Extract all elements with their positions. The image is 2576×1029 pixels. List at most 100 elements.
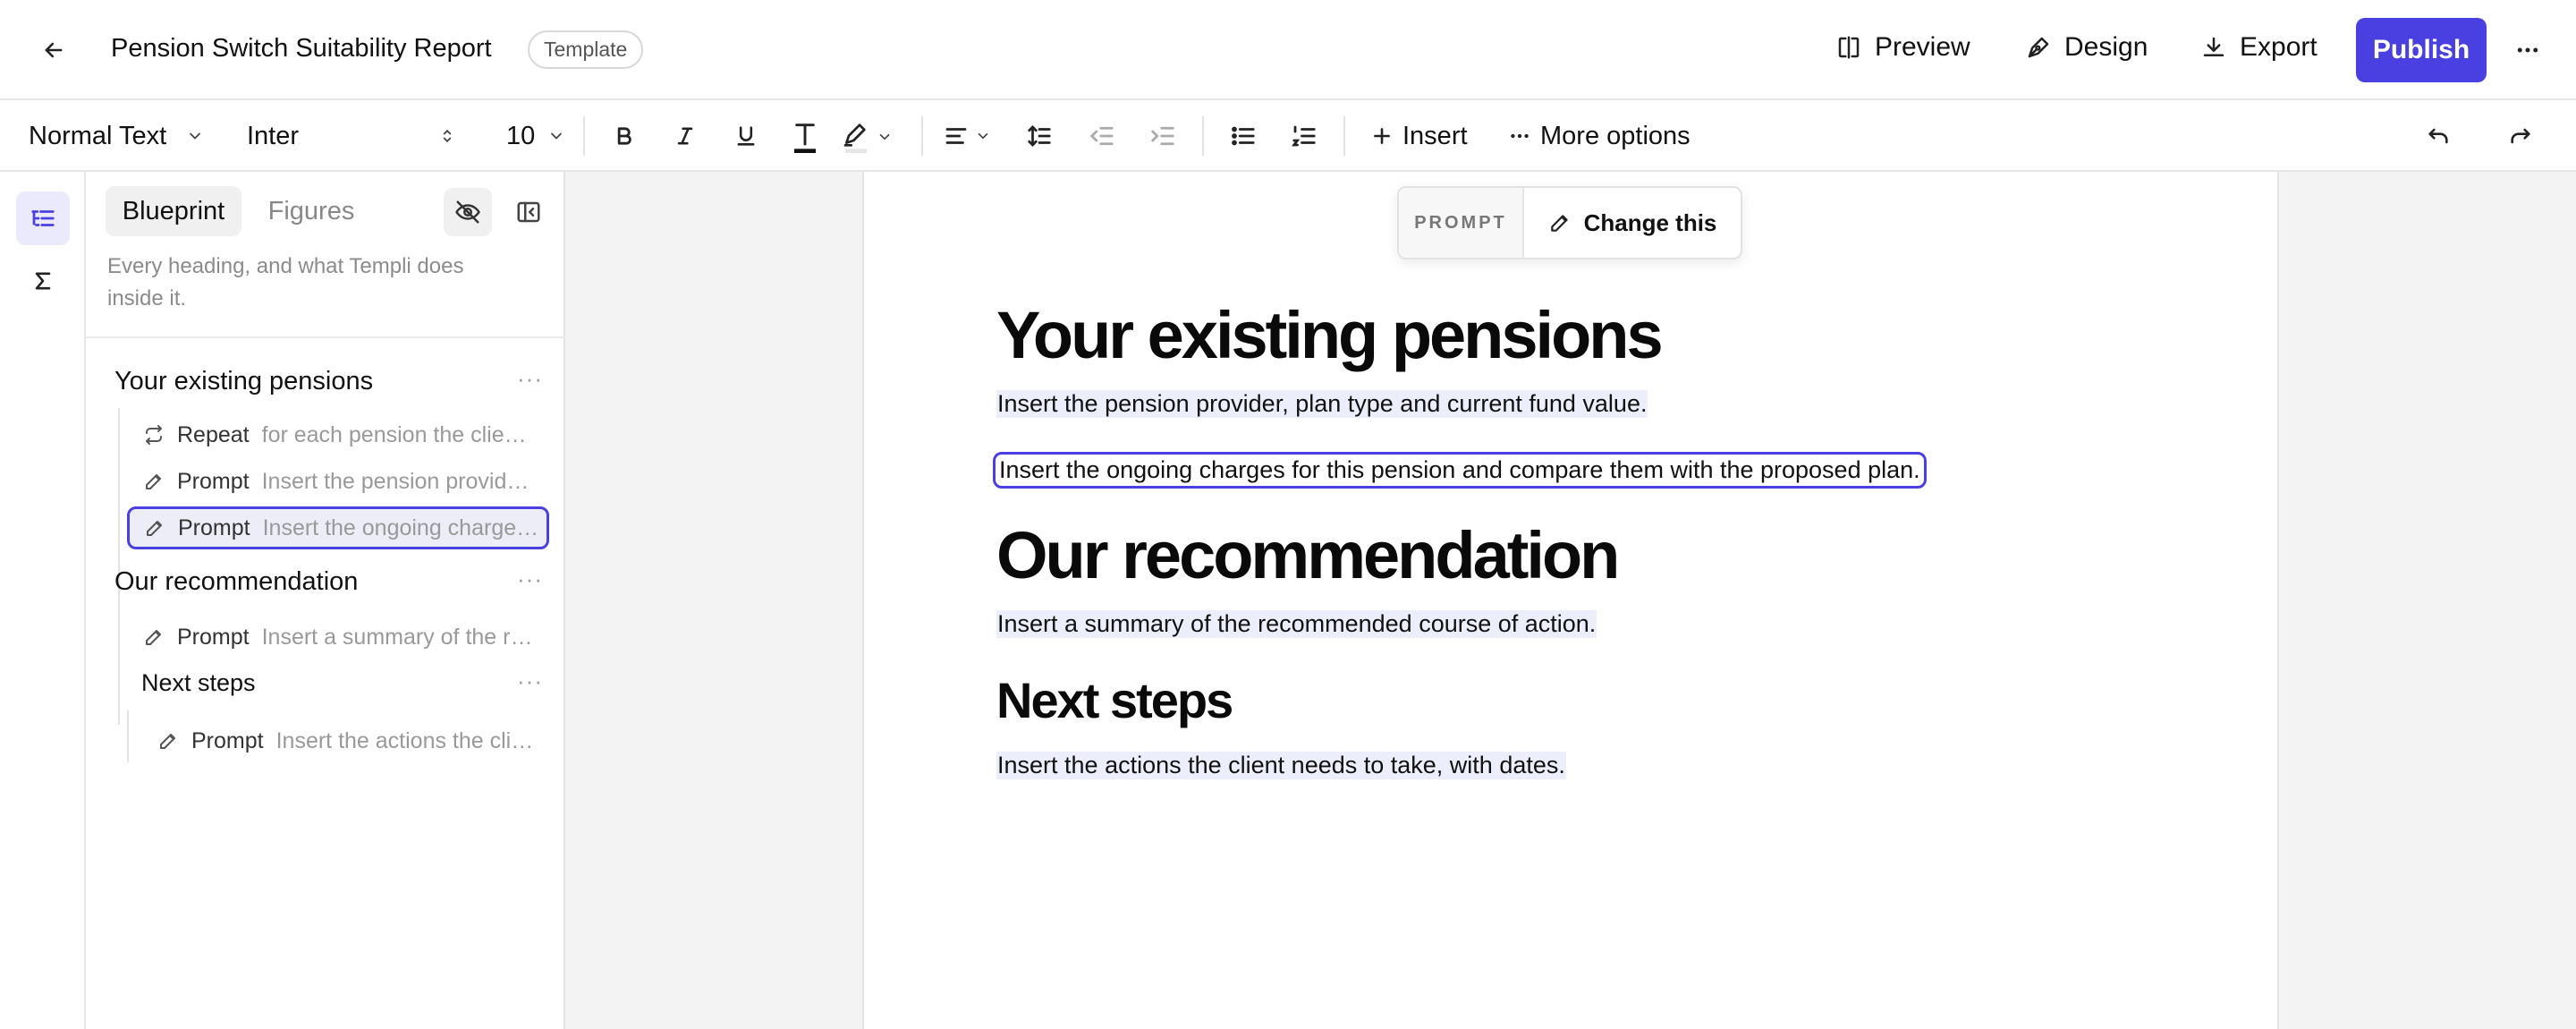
bullet-list-icon[interactable]	[1225, 118, 1261, 154]
prompt-popover-label: PROMPT	[1399, 188, 1524, 258]
chevron-down-icon	[975, 128, 991, 144]
text-style-value: Normal Text	[29, 121, 167, 150]
highlighter-icon	[841, 119, 871, 155]
heading-existing-pensions[interactable]: Your existing pensions	[996, 297, 1664, 373]
chevron-down-icon	[186, 127, 204, 145]
download-icon	[2200, 34, 2227, 61]
tree-item-kind: Prompt	[191, 727, 264, 753]
heading-next-steps[interactable]: Next steps	[996, 671, 1233, 729]
pencil-icon	[157, 730, 179, 752]
toolbar-divider	[1343, 116, 1345, 156]
tree-item-detail: Insert the actions the client needs to t…	[275, 727, 537, 753]
toolbar-divider	[583, 116, 585, 156]
preview-button[interactable]: Preview	[1835, 32, 1970, 63]
indent-icon[interactable]	[1145, 118, 1181, 154]
font-size-select[interactable]: 10	[506, 116, 565, 156]
tree-item-kind: Repeat	[177, 421, 250, 447]
undo-icon[interactable]	[2420, 118, 2456, 154]
sigma-icon[interactable]	[16, 254, 70, 308]
prompt-block-charges-selected[interactable]: Insert the ongoing charges for this pens…	[993, 452, 1927, 489]
formatting-toolbar: Normal Text Inter 10 Insert More options	[0, 100, 2576, 172]
font-family-value: Inter	[247, 121, 300, 150]
section-heading[interactable]: Your existing pensions	[114, 367, 373, 396]
bold-icon[interactable]	[606, 118, 642, 154]
redo-icon[interactable]	[2503, 118, 2538, 154]
change-this-button[interactable]: Change this	[1524, 188, 1741, 258]
publish-button[interactable]: Publish	[2356, 18, 2487, 82]
pen-tool-icon	[2025, 34, 2052, 61]
tree-item-detail: Insert the ongoing charges for this pens…	[262, 514, 547, 540]
highlight-color-select[interactable]	[841, 116, 893, 157]
italic-icon[interactable]	[667, 118, 703, 154]
collapse-panel-icon[interactable]	[504, 188, 553, 236]
insert-label: Insert	[1402, 121, 1468, 150]
pencil-icon	[1548, 211, 1572, 234]
underline-icon[interactable]	[728, 118, 764, 154]
prompt-block-summary[interactable]: Insert a summary of the recommended cour…	[996, 610, 1597, 638]
document-title: Pension Switch Suitability Report	[111, 34, 492, 63]
more-options-button[interactable]: More options	[1508, 116, 1690, 156]
blueprint-panel: Blueprint Figures Every heading, and wha…	[86, 172, 565, 1029]
export-label: Export	[2240, 32, 2318, 62]
preview-icon	[1835, 34, 1862, 61]
section-options-icon[interactable]: ···	[517, 566, 543, 593]
change-this-label: Change this	[1583, 208, 1717, 236]
heading-our-recommendation[interactable]: Our recommendation	[996, 517, 1620, 593]
preview-label: Preview	[1875, 32, 1970, 62]
top-bar: Pension Switch Suitability Report Templa…	[0, 0, 2576, 100]
tree-item-kind: Prompt	[177, 624, 250, 650]
more-menu-icon[interactable]	[2506, 29, 2549, 72]
align-left-icon	[943, 123, 970, 149]
font-family-select[interactable]: Inter	[247, 116, 456, 156]
tree-item-prompt-selected[interactable]: Prompt Insert the ongoing charges for th…	[127, 506, 549, 549]
template-badge: Template	[528, 30, 644, 69]
line-height-icon[interactable]	[1021, 118, 1057, 154]
align-select[interactable]	[943, 118, 991, 154]
prompt-block-provider[interactable]: Insert the pension provider, plan type a…	[996, 390, 1648, 418]
chevron-down-icon	[547, 127, 565, 145]
tree-item-kind: Prompt	[177, 468, 250, 494]
tree-item-prompt[interactable]: Prompt Insert the pension provider, plan…	[143, 460, 537, 503]
text-color-icon[interactable]	[787, 116, 823, 157]
pencil-icon	[143, 626, 165, 648]
tree-guide	[127, 710, 129, 762]
pencil-icon	[144, 517, 165, 539]
section-options-icon[interactable]: ···	[517, 365, 543, 393]
back-arrow-icon[interactable]	[32, 29, 75, 72]
eye-off-icon[interactable]	[444, 188, 492, 236]
section-heading[interactable]: Our recommendation	[114, 567, 358, 597]
tree-item-detail: for each pension the client holds	[261, 421, 537, 447]
toolbar-divider	[921, 116, 923, 156]
chevrons-up-down-icon	[438, 127, 456, 145]
repeat-icon	[143, 424, 165, 446]
more-options-label: More options	[1540, 121, 1690, 150]
design-button[interactable]: Design	[2025, 32, 2148, 63]
prompt-popover: PROMPT Change this	[1397, 186, 1742, 259]
outdent-icon[interactable]	[1084, 118, 1120, 154]
prompt-block-actions[interactable]: Insert the actions the client needs to t…	[996, 752, 1566, 779]
chevron-down-icon	[877, 129, 893, 145]
ellipsis-icon	[1508, 124, 1531, 148]
insert-button[interactable]: Insert	[1370, 116, 1468, 156]
numbered-list-icon[interactable]	[1286, 118, 1322, 154]
tree-item-kind: Prompt	[178, 514, 250, 540]
design-label: Design	[2064, 32, 2148, 62]
font-size-value: 10	[506, 121, 536, 150]
pencil-icon	[143, 471, 165, 492]
tree-item-detail: Insert a summary of the recommended cour…	[261, 624, 537, 650]
document-page[interactable]: Your existing pensions Insert the pensio…	[862, 172, 2279, 1029]
subsection-heading[interactable]: Next steps	[141, 669, 256, 697]
panel-description: Every heading, and what Templi does insi…	[107, 254, 464, 310]
tab-figures[interactable]: Figures	[250, 186, 372, 236]
text-style-select[interactable]: Normal Text	[29, 116, 204, 156]
tree-guide	[118, 408, 120, 725]
export-button[interactable]: Export	[2200, 32, 2318, 63]
toolbar-divider	[1202, 116, 1204, 156]
section-options-icon[interactable]: ···	[517, 668, 543, 695]
tree-item-prompt[interactable]: Prompt Insert a summary of the recommend…	[143, 616, 537, 659]
tab-blueprint[interactable]: Blueprint	[106, 186, 242, 236]
plus-icon	[1370, 124, 1394, 148]
tree-item-repeat[interactable]: Repeat for each pension the client holds	[143, 413, 537, 456]
outline-view-icon[interactable]	[16, 191, 70, 245]
tree-item-prompt[interactable]: Prompt Insert the actions the client nee…	[157, 719, 537, 762]
